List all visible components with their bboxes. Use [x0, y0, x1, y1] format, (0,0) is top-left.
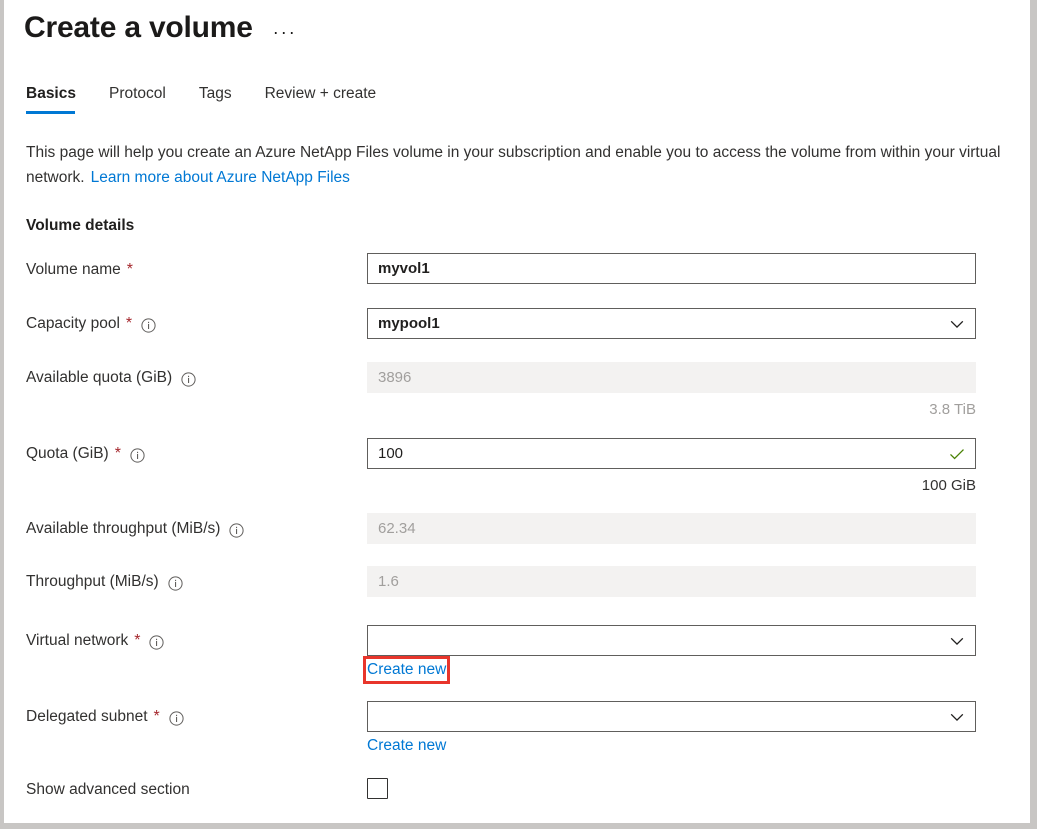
info-icon[interactable] [169, 711, 184, 726]
label-virtual-network: Virtual network * [26, 630, 164, 652]
tab-basics[interactable]: Basics [26, 84, 76, 114]
control-throughput: 1.6 [367, 566, 976, 597]
show-advanced-checkbox[interactable] [367, 778, 388, 799]
row-quota: Quota (GiB) * 100 100 GiB [4, 433, 1030, 510]
label-capacity-pool-text: Capacity pool [26, 313, 120, 335]
tab-tags[interactable]: Tags [199, 84, 232, 114]
row-available-quota: Available quota (GiB) 3896 3.8 TiB [4, 357, 1030, 433]
control-virtual-network: Create new [367, 625, 976, 680]
row-capacity-pool: Capacity pool * mypool1 [4, 303, 1030, 357]
quota-input[interactable]: 100 [367, 438, 976, 469]
control-available-quota: 3896 3.8 TiB [367, 362, 976, 421]
info-icon[interactable] [130, 448, 145, 463]
page-description: This page will help you create an Azure … [26, 140, 1001, 190]
control-available-throughput: 62.34 [367, 513, 976, 544]
row-delegated-subnet: Delegated subnet * Create new [4, 693, 1030, 769]
info-icon[interactable] [229, 523, 244, 538]
label-volume-name: Volume name * [26, 259, 133, 281]
required-asterisk: * [126, 313, 132, 335]
section-title-volume-details: Volume details [26, 215, 134, 237]
chevron-down-icon [949, 709, 965, 725]
valid-check-icon [949, 446, 965, 462]
row-virtual-network: Virtual network * Create new [4, 617, 1030, 693]
learn-more-link[interactable]: Learn more about Azure NetApp Files [91, 169, 350, 186]
blade-content: Create a volume ··· Basics Protocol Tags… [4, 0, 1030, 823]
required-asterisk: * [154, 706, 160, 728]
available-throughput-input: 62.34 [367, 513, 976, 544]
virtual-network-create-new-link[interactable]: Create new [367, 660, 446, 680]
required-asterisk: * [127, 259, 133, 281]
label-quota: Quota (GiB) * [26, 443, 145, 465]
azure-create-volume-blade: Create a volume ··· Basics Protocol Tags… [0, 0, 1037, 829]
delegated-subnet-create-new-link[interactable]: Create new [367, 736, 446, 756]
info-icon[interactable] [168, 576, 183, 591]
label-available-quota: Available quota (GiB) [26, 367, 196, 389]
page-title: Create a volume [24, 8, 253, 48]
available-quota-suffix: 3.8 TiB [367, 393, 976, 421]
row-show-advanced: Show advanced section [4, 769, 1030, 819]
control-show-advanced [367, 778, 976, 799]
volume-details-form: Volume name * myvol1 Capacity pool * [4, 250, 1030, 819]
label-delegated-subnet: Delegated subnet * [26, 706, 184, 728]
row-volume-name: Volume name * myvol1 [4, 250, 1030, 303]
info-icon[interactable] [141, 318, 156, 333]
label-virtual-network-text: Virtual network [26, 630, 128, 652]
label-capacity-pool: Capacity pool * [26, 313, 156, 335]
label-available-throughput: Available throughput (MiB/s) [26, 518, 244, 540]
row-throughput: Throughput (MiB/s) 1.6 [4, 563, 1030, 617]
volume-name-input[interactable]: myvol1 [367, 253, 976, 284]
tab-review-create[interactable]: Review + create [265, 84, 377, 114]
label-throughput: Throughput (MiB/s) [26, 571, 183, 593]
chevron-down-icon [949, 316, 965, 332]
row-available-throughput: Available throughput (MiB/s) 62.34 [4, 510, 1030, 563]
label-available-quota-text: Available quota (GiB) [26, 367, 172, 389]
control-volume-name: myvol1 [367, 253, 976, 284]
info-icon[interactable] [181, 372, 196, 387]
label-show-advanced: Show advanced section [26, 779, 190, 801]
info-icon[interactable] [149, 635, 164, 650]
label-delegated-subnet-text: Delegated subnet [26, 706, 148, 728]
capacity-pool-value: mypool1 [378, 315, 440, 332]
label-throughput-text: Throughput (MiB/s) [26, 571, 159, 593]
quota-value: 100 [378, 445, 403, 462]
control-delegated-subnet: Create new [367, 701, 976, 756]
capacity-pool-dropdown[interactable]: mypool1 [367, 308, 976, 339]
blade-header: Create a volume ··· [24, 8, 297, 48]
control-quota: 100 100 GiB [367, 438, 976, 497]
label-volume-name-text: Volume name [26, 259, 121, 281]
tab-bar: Basics Protocol Tags Review + create [26, 84, 376, 114]
delegated-subnet-dropdown[interactable] [367, 701, 976, 732]
chevron-down-icon [949, 633, 965, 649]
quota-suffix: 100 GiB [367, 469, 976, 497]
required-asterisk: * [134, 630, 140, 652]
label-available-throughput-text: Available throughput (MiB/s) [26, 518, 220, 540]
label-show-advanced-text: Show advanced section [26, 779, 190, 801]
tab-protocol[interactable]: Protocol [109, 84, 166, 114]
required-asterisk: * [115, 443, 121, 465]
virtual-network-dropdown[interactable] [367, 625, 976, 656]
control-capacity-pool: mypool1 [367, 308, 976, 339]
available-quota-input: 3896 [367, 362, 976, 393]
label-quota-text: Quota (GiB) [26, 443, 109, 465]
more-options-icon[interactable]: ··· [273, 23, 297, 41]
throughput-input: 1.6 [367, 566, 976, 597]
